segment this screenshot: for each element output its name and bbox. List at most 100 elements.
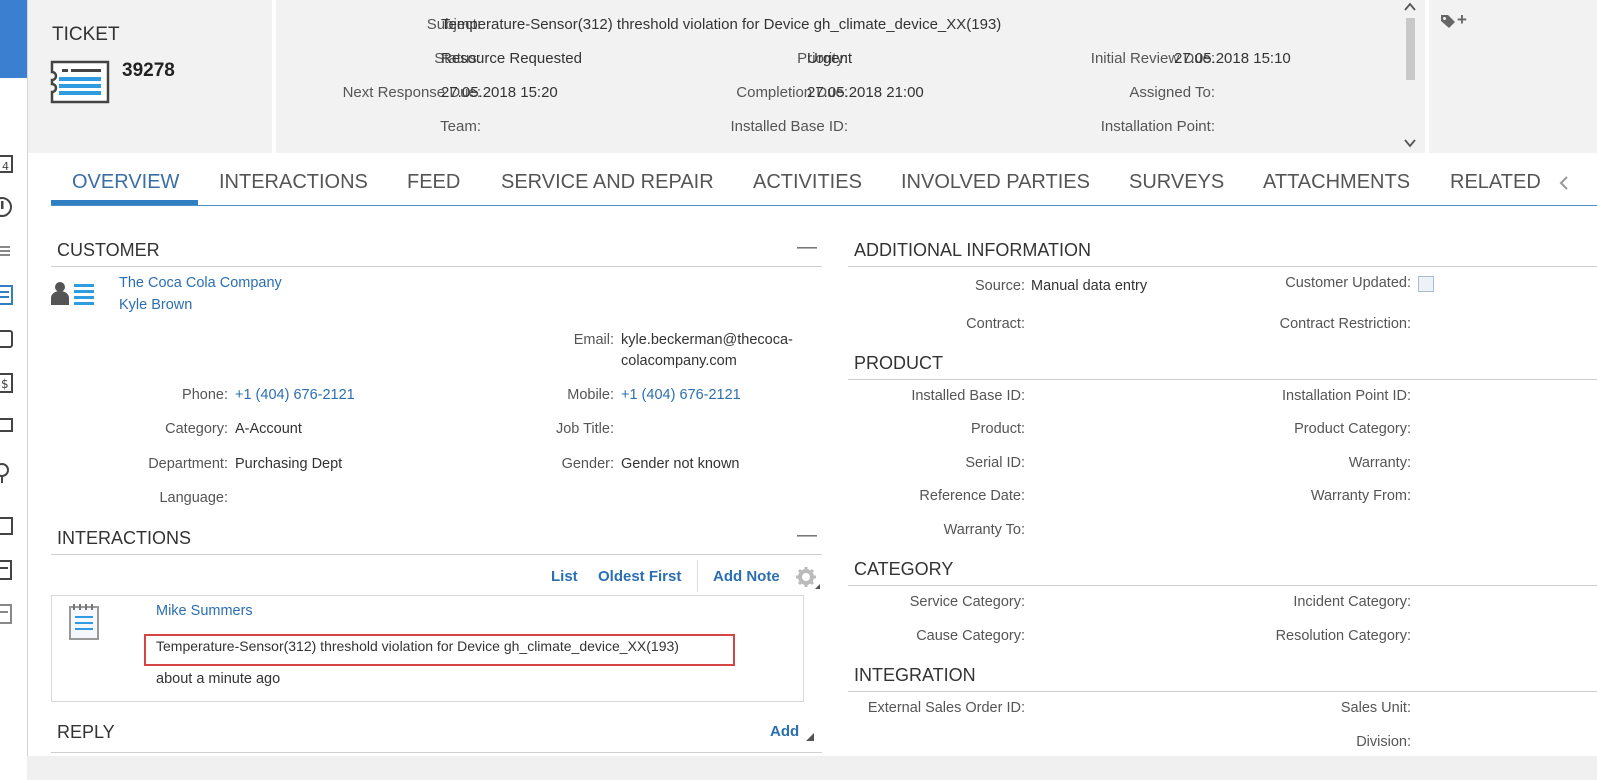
note-icon	[69, 604, 99, 640]
ticket-list-icon[interactable]	[0, 284, 14, 306]
subject-value[interactable]: Temperature-Sensor(312) threshold violat…	[441, 16, 1001, 33]
job-title-label: Job Title:	[555, 421, 614, 437]
product-installed-base-label: Installed Base ID:	[911, 388, 1025, 404]
cause-category-label: Cause Category:	[916, 628, 1025, 644]
tab-bar: OVERVIEW INTERACTIONS FEED SERVICE AND R…	[51, 160, 1597, 206]
sales-unit-label: Sales Unit:	[1340, 700, 1411, 716]
phone-link[interactable]: +1 (404) 676-2121	[235, 387, 355, 403]
tab-overview[interactable]: OVERVIEW	[72, 171, 179, 194]
warranty-from-label: Warranty From:	[1310, 488, 1411, 504]
mobile-label: Mobile:	[567, 387, 614, 403]
language-label: Language:	[159, 490, 228, 506]
ticket-id-panel: TICKET 39278	[28, 0, 276, 153]
tab-attachments[interactable]: ATTACHMENTS	[1263, 171, 1410, 194]
warranty-label: Warranty:	[1348, 455, 1411, 471]
tab-surveys[interactable]: SURVEYS	[1129, 171, 1224, 194]
category-divider	[848, 585, 1597, 586]
ticket-summary-fields: Subject: Temperature-Sensor(312) thresho…	[276, 0, 1421, 153]
email-label: Email:	[573, 332, 614, 348]
tab-feed[interactable]: FEED	[407, 171, 460, 194]
tag-icon[interactable]	[1440, 14, 1456, 28]
ticket-label: TICKET	[52, 24, 120, 45]
active-tab-indicator	[51, 200, 198, 205]
contract-restriction-label: Contract Restriction:	[1279, 316, 1411, 332]
category-value: A-Account	[235, 421, 302, 437]
tabs-scroll-left-icon[interactable]	[1559, 175, 1569, 191]
next-response-due-value: 27.05.2018 15:20	[441, 84, 558, 101]
document-icon[interactable]	[0, 328, 14, 350]
email-value-line2[interactable]: colacompany.com	[621, 353, 737, 369]
chat-icon[interactable]	[0, 416, 14, 438]
scrollbar-thumb[interactable]	[1406, 18, 1415, 80]
bottom-scroll-area	[27, 756, 1597, 780]
source-value: Manual data entry	[1031, 278, 1148, 294]
reference-date-label: Reference Date:	[919, 488, 1025, 504]
service-category-label: Service Category:	[909, 594, 1025, 610]
team-label: Team:	[440, 118, 481, 135]
add-tag-button[interactable]: +	[1457, 10, 1467, 30]
gender-value: Gender not known	[621, 456, 740, 472]
add-dropdown-corner-icon	[806, 733, 814, 741]
reply-section-title: REPLY	[57, 722, 115, 742]
assigned-to-label: Assigned To:	[1129, 84, 1215, 101]
interaction-author-link[interactable]: Mike Summers	[156, 603, 253, 619]
department-label: Department:	[148, 456, 228, 472]
integration-section-title: INTEGRATION	[854, 665, 976, 685]
tab-related[interactable]: RELATED	[1450, 171, 1541, 194]
account-contact-icon	[51, 282, 94, 305]
svg-text:$: $	[1, 377, 9, 391]
ticket-number: 39278	[122, 60, 175, 81]
completion-due-value: 27.05.2018 21:00	[807, 84, 924, 101]
priority-value[interactable]: Urgent	[807, 50, 852, 67]
email-value-line1[interactable]: kyle.beckerman@thecoca-	[621, 332, 793, 348]
interactions-section-title: INTERACTIONS	[57, 528, 192, 548]
product-category-label: Product Category:	[1294, 421, 1411, 437]
customer-section-title: CUSTOMER	[57, 240, 160, 260]
contract-label: Contract:	[966, 316, 1025, 332]
interaction-timestamp: about a minute ago	[156, 671, 281, 687]
list-icon[interactable]	[0, 240, 14, 262]
customer-company-link[interactable]: The Coca Cola Company	[119, 275, 282, 291]
installation-point-id-label: Installation Point ID:	[1282, 388, 1411, 404]
settings-gear-icon[interactable]	[795, 566, 821, 590]
division-label: Division:	[1356, 734, 1411, 750]
customer-collapse-button[interactable]: —	[797, 236, 817, 259]
add-note-button[interactable]: Add Note	[713, 568, 780, 585]
svg-text:4: 4	[2, 160, 9, 173]
list-view-button[interactable]: List	[551, 568, 578, 585]
scroll-up-icon[interactable]	[1404, 2, 1416, 12]
interactions-divider	[51, 554, 822, 555]
calendar-icon[interactable]: 4	[0, 152, 14, 174]
map-pin-icon[interactable]	[0, 462, 14, 484]
serial-id-label: Serial ID:	[965, 455, 1025, 471]
clipboard-icon[interactable]	[0, 558, 14, 580]
tab-interactions[interactable]: INTERACTIONS	[219, 171, 368, 194]
ticket-icon	[50, 60, 110, 104]
customer-contact-link[interactable]: Kyle Brown	[119, 297, 192, 313]
appointment-icon[interactable]	[0, 514, 14, 536]
oldest-first-button[interactable]: Oldest First	[598, 568, 681, 585]
scroll-down-icon[interactable]	[1404, 138, 1416, 148]
header-scrollbar[interactable]	[1401, 0, 1421, 153]
customer-updated-label: Customer Updated:	[1285, 275, 1411, 291]
pricing-icon[interactable]: $	[0, 372, 14, 394]
gender-label: Gender:	[561, 456, 614, 472]
report-icon[interactable]	[0, 602, 14, 624]
source-label: Source:	[975, 278, 1025, 294]
incident-category-label: Incident Category:	[1293, 594, 1411, 610]
tab-involved-parties[interactable]: INVOLVED PARTIES	[901, 171, 1090, 194]
interactions-collapse-button[interactable]: —	[797, 524, 817, 547]
tab-activities[interactable]: ACTIVITIES	[753, 171, 862, 194]
category-label: Category:	[165, 421, 228, 437]
customer-divider	[51, 266, 822, 267]
customer-updated-checkbox[interactable]	[1418, 276, 1434, 292]
toolbar-separator	[697, 560, 698, 592]
reply-add-button[interactable]: Add	[770, 723, 799, 740]
product-label: Product:	[971, 421, 1025, 437]
tab-service-and-repair[interactable]: SERVICE AND REPAIR	[501, 171, 714, 194]
status-value[interactable]: Resource Requested	[441, 50, 582, 67]
tag-panel: +	[1425, 0, 1597, 153]
resolution-category-label: Resolution Category:	[1275, 628, 1411, 644]
alert-icon[interactable]	[0, 196, 14, 218]
mobile-link[interactable]: +1 (404) 676-2121	[621, 387, 741, 403]
